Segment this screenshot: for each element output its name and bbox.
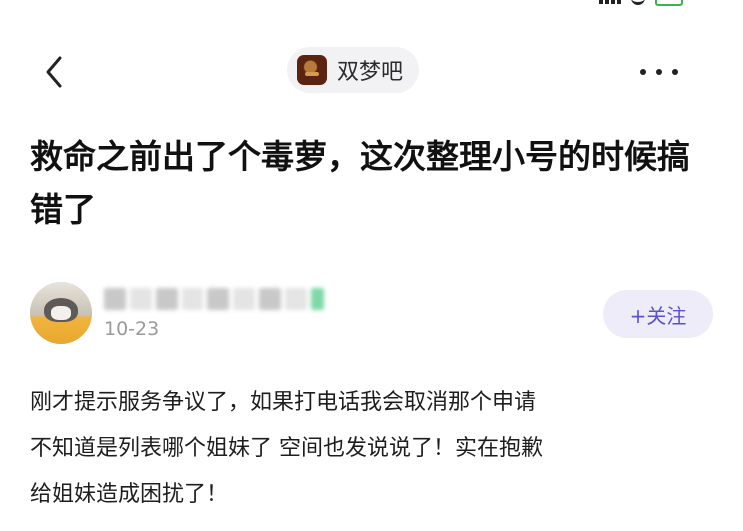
post-body-line: 刚才提示服务争议了，如果打电话我会取消那个申请	[30, 390, 537, 415]
more-horizontal-icon[interactable]	[637, 62, 681, 82]
forum-avatar	[297, 55, 327, 85]
battery-icon	[655, 0, 683, 6]
post-body: 刚才提示服务争议了，如果打电话我会取消那个申请 不知道是列表哪个姐妹了 空间也发…	[30, 380, 720, 518]
post-body-line: 不知道是列表哪个姐妹了 空间也发说说了！实在抱歉	[30, 436, 543, 461]
author-name-redacted[interactable]	[104, 288, 324, 310]
post-date: 10-23	[104, 318, 160, 340]
forum-chip[interactable]: 双梦吧	[287, 47, 420, 93]
signal-icon	[599, 0, 621, 4]
chevron-left-icon[interactable]	[36, 52, 76, 92]
status-icons	[599, 0, 683, 6]
nav-bar: 双梦吧	[0, 40, 743, 104]
author-row: 10-23 +关注	[30, 282, 713, 346]
follow-button[interactable]: +关注	[603, 290, 713, 338]
avatar[interactable]	[30, 282, 92, 344]
post-title: 救命之前出了个毒萝，这次整理小号的时候搞错了	[30, 137, 690, 229]
wifi-icon	[631, 0, 645, 5]
status-bar	[0, 0, 743, 14]
forum-name: 双梦吧	[337, 60, 404, 85]
post-body-line: 给姐妹造成困扰了！	[30, 482, 229, 507]
